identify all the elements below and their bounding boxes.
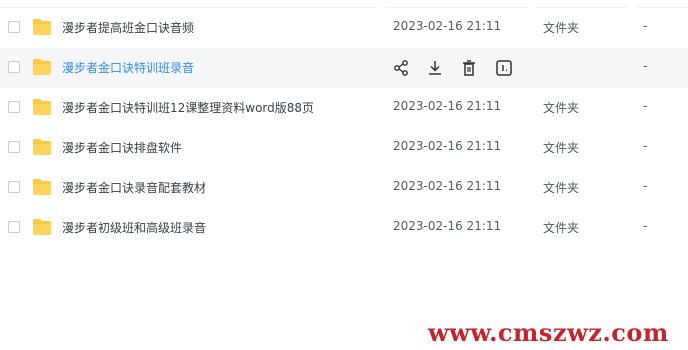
more-icon[interactable] xyxy=(495,59,513,77)
file-size: - xyxy=(643,59,648,73)
file-size: - xyxy=(643,179,648,193)
row-checkbox[interactable] xyxy=(8,221,20,233)
file-type: 文件夹 xyxy=(543,101,580,115)
file-type: 文件夹 xyxy=(543,221,580,235)
download-icon[interactable] xyxy=(426,59,444,77)
share-icon[interactable] xyxy=(392,59,410,77)
file-row[interactable]: 漫步者金口诀特训班12课整理资料word版88页 2023-02-16 21:1… xyxy=(0,88,688,128)
file-name[interactable]: 漫步者初级班和高级班录音 xyxy=(62,219,206,236)
file-size: - xyxy=(643,99,648,113)
header-divider xyxy=(0,0,688,8)
file-size: - xyxy=(643,219,648,233)
modified-date: 2023-02-16 21:11 xyxy=(393,19,502,33)
file-row[interactable]: 漫步者提高班金口诀音频 2023-02-16 21:11 文件夹 - xyxy=(0,8,688,48)
file-row[interactable]: 漫步者金口诀特训班录音 - xyxy=(0,48,688,88)
file-name[interactable]: 漫步者金口诀特训班12课整理资料word版88页 xyxy=(62,99,314,116)
row-checkbox[interactable] xyxy=(8,61,20,73)
watermark: www.cmszwz.com xyxy=(428,318,669,347)
row-checkbox[interactable] xyxy=(8,21,20,33)
file-row[interactable]: 漫步者金口诀排盘软件 2023-02-16 21:11 文件夹 - xyxy=(0,128,688,168)
file-row[interactable]: 漫步者初级班和高级班录音 2023-02-16 21:11 文件夹 - xyxy=(0,208,688,248)
modified-date: 2023-02-16 21:11 xyxy=(393,219,502,233)
file-type: 文件夹 xyxy=(543,141,580,155)
file-type: 文件夹 xyxy=(543,181,580,195)
folder-icon xyxy=(33,19,51,35)
file-type: 文件夹 xyxy=(543,21,580,35)
modified-date: 2023-02-16 21:11 xyxy=(393,179,502,193)
folder-icon xyxy=(33,99,51,115)
row-checkbox[interactable] xyxy=(8,101,20,113)
modified-date: 2023-02-16 21:11 xyxy=(393,139,502,153)
folder-icon xyxy=(33,59,51,75)
folder-icon xyxy=(33,179,51,195)
file-name[interactable]: 漫步者提高班金口诀音频 xyxy=(62,19,194,36)
modified-date: 2023-02-16 21:11 xyxy=(393,99,502,113)
file-name[interactable]: 漫步者金口诀排盘软件 xyxy=(62,139,182,156)
file-size: - xyxy=(643,19,648,33)
delete-icon[interactable] xyxy=(460,59,478,77)
folder-icon xyxy=(33,219,51,235)
file-name[interactable]: 漫步者金口诀录音配套教材 xyxy=(62,179,206,196)
folder-icon xyxy=(33,139,51,155)
file-size: - xyxy=(643,139,648,153)
row-checkbox[interactable] xyxy=(8,181,20,193)
file-name[interactable]: 漫步者金口诀特训班录音 xyxy=(62,59,194,76)
row-checkbox[interactable] xyxy=(8,141,20,153)
file-row[interactable]: 漫步者金口诀录音配套教材 2023-02-16 21:11 文件夹 - xyxy=(0,168,688,208)
